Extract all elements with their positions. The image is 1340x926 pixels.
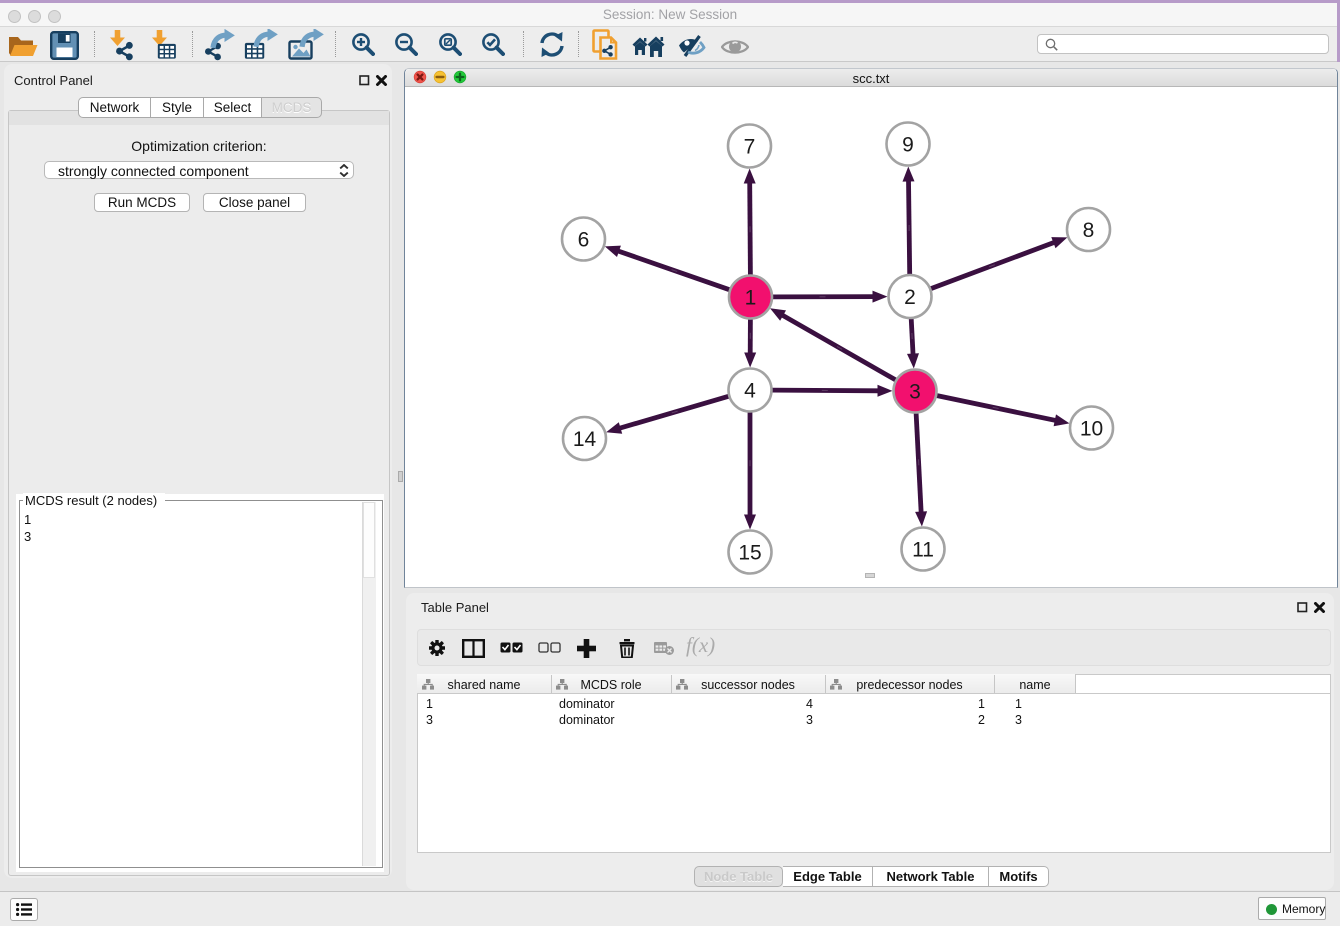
svg-text:2: 2 bbox=[904, 286, 916, 309]
svg-text:7: 7 bbox=[744, 135, 756, 158]
svg-text:9: 9 bbox=[902, 133, 914, 156]
svg-text:10: 10 bbox=[1080, 417, 1103, 440]
svg-text:3: 3 bbox=[909, 380, 921, 403]
svg-text:11: 11 bbox=[912, 538, 934, 561]
svg-text:6: 6 bbox=[578, 228, 590, 251]
svg-text:4: 4 bbox=[744, 379, 756, 402]
svg-text:14: 14 bbox=[573, 428, 597, 451]
svg-text:8: 8 bbox=[1083, 219, 1095, 242]
svg-text:15: 15 bbox=[738, 541, 761, 564]
svg-text:1: 1 bbox=[745, 286, 757, 309]
